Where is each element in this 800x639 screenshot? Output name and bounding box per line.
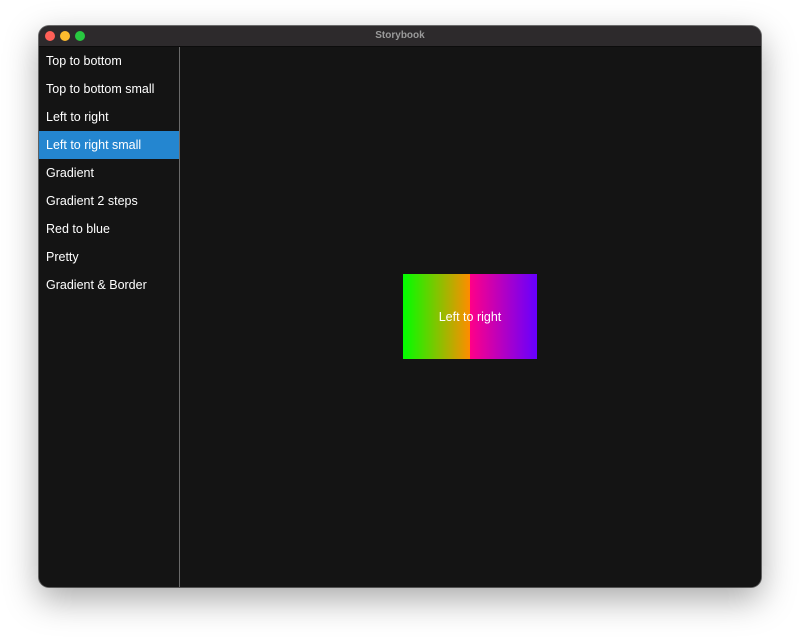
sidebar-item-pretty[interactable]: Pretty	[39, 243, 179, 271]
sidebar-item-red-to-blue[interactable]: Red to blue	[39, 215, 179, 243]
gradient-demo-box: Left to right	[403, 274, 537, 359]
title-bar[interactable]: Storybook	[39, 26, 761, 47]
sidebar-item-left-to-right[interactable]: Left to right	[39, 103, 179, 131]
sidebar: Top to bottom Top to bottom small Left t…	[39, 47, 179, 587]
app-window: Storybook Top to bottom Top to bottom sm…	[39, 26, 761, 587]
sidebar-item-gradient[interactable]: Gradient	[39, 159, 179, 187]
sidebar-item-top-to-bottom[interactable]: Top to bottom	[39, 47, 179, 75]
sidebar-item-gradient-and-border[interactable]: Gradient & Border	[39, 271, 179, 299]
gradient-demo-label: Left to right	[438, 309, 502, 324]
window-title: Storybook	[375, 30, 425, 41]
sidebar-item-gradient-2-steps[interactable]: Gradient 2 steps	[39, 187, 179, 215]
sidebar-item-top-to-bottom-small[interactable]: Top to bottom small	[39, 75, 179, 103]
preview-area: Left to right	[180, 47, 761, 587]
sidebar-item-left-to-right-small[interactable]: Left to right small	[39, 131, 179, 159]
